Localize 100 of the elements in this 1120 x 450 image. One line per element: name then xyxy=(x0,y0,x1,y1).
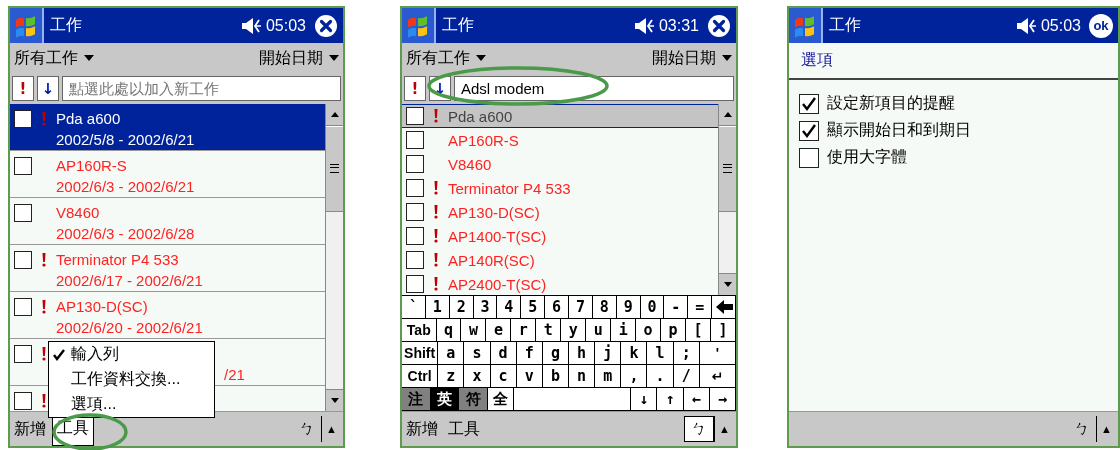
task-row[interactable]: AP1400-T(SC) xyxy=(402,224,718,248)
keyboard-key[interactable]: t xyxy=(536,319,562,342)
ok-button[interactable]: ok xyxy=(1089,13,1113,38)
checkbox[interactable] xyxy=(406,179,424,197)
keyboard-key[interactable]: a xyxy=(438,342,465,365)
scroll-up-button[interactable] xyxy=(719,104,736,126)
keyboard-key[interactable]: o xyxy=(636,319,662,342)
checkbox[interactable] xyxy=(406,275,424,293)
checkbox[interactable] xyxy=(14,345,32,363)
task-row[interactable]: Pda a600 xyxy=(402,104,718,128)
keyboard-key[interactable]: 7 xyxy=(569,296,593,319)
keyboard-key[interactable]: f xyxy=(516,342,543,365)
category-dropdown[interactable]: 所有工作 xyxy=(10,47,98,69)
menu-button[interactable]: 工具 xyxy=(444,412,484,446)
keyboard-key[interactable]: 0 xyxy=(640,296,665,319)
close-button[interactable] xyxy=(707,13,731,38)
keyboard-key[interactable]: Shift xyxy=(402,342,439,365)
input-mode-key[interactable]: 英 xyxy=(430,388,460,411)
keyboard-key[interactable]: u xyxy=(586,319,612,342)
checkbox[interactable] xyxy=(406,227,424,245)
checkbox[interactable] xyxy=(406,107,424,125)
keyboard-key[interactable]: 3 xyxy=(473,296,498,319)
keyboard-key[interactable]: p xyxy=(661,319,687,342)
checkbox[interactable] xyxy=(406,131,424,149)
menu-item[interactable]: 工作資料交換... xyxy=(49,367,214,392)
scroll-down-button[interactable] xyxy=(326,389,343,411)
menu-button[interactable]: 新增 xyxy=(10,412,50,446)
keyboard-key[interactable]: d xyxy=(490,342,517,365)
sort-dropdown[interactable]: 開始日期 xyxy=(255,47,343,69)
input-field[interactable]: Adsl modem xyxy=(454,76,734,101)
keyboard-key[interactable]: c xyxy=(490,365,517,388)
priority-button[interactable]: ! xyxy=(404,76,426,101)
keyboard-key[interactable]: = xyxy=(688,296,713,319)
keyboard-key[interactable]: 全 xyxy=(488,388,515,411)
checkbox[interactable] xyxy=(406,155,424,173)
keyboard-key[interactable]: [ xyxy=(686,319,711,342)
keyboard-key[interactable]: x xyxy=(464,365,491,388)
start-button[interactable] xyxy=(789,8,823,43)
checkbox[interactable] xyxy=(406,203,424,221)
keyboard-key[interactable]: e xyxy=(486,319,512,342)
keyboard-key[interactable]: l xyxy=(647,342,674,365)
keyboard-key[interactable]: ↑ xyxy=(657,388,684,411)
keyboard-key[interactable]: b xyxy=(542,365,569,388)
scroll-up-button[interactable] xyxy=(326,104,343,126)
keyboard-key[interactable]: y xyxy=(561,319,587,342)
task-row[interactable]: AP130-D(SC) 2002/6/20 - 2002/6/21 xyxy=(10,292,325,339)
keyboard-key[interactable]: - xyxy=(664,296,689,319)
keyboard-key[interactable]: / xyxy=(673,365,700,388)
task-row[interactable]: AP160R-S 2002/6/3 - 2002/6/21 xyxy=(10,151,325,198)
checkbox[interactable] xyxy=(14,392,32,410)
task-row[interactable]: V8460 2002/6/3 - 2002/6/28 xyxy=(10,198,325,245)
keyboard-key[interactable]: q xyxy=(436,319,462,342)
input-method-button[interactable]: ㄅ xyxy=(293,416,322,442)
start-button[interactable] xyxy=(10,8,44,43)
keyboard-key[interactable]: r xyxy=(511,319,537,342)
keyboard-key[interactable]: h xyxy=(569,342,596,365)
keyboard-key[interactable]: m xyxy=(595,365,622,388)
keyboard-key[interactable]: s xyxy=(464,342,491,365)
keyboard-key[interactable]: k xyxy=(621,342,648,365)
keyboard-key[interactable]: i xyxy=(611,319,637,342)
keyboard-key[interactable]: z xyxy=(438,365,465,388)
category-dropdown[interactable]: 所有工作 xyxy=(402,47,490,69)
input-mode-key[interactable]: 符 xyxy=(459,388,489,411)
checkbox[interactable] xyxy=(14,157,32,175)
task-row[interactable]: Terminator P4 533 xyxy=(402,176,718,200)
input-field[interactable]: 點選此處以加入新工作 xyxy=(62,76,341,101)
checkbox[interactable] xyxy=(14,251,32,269)
task-row[interactable]: Pda a600 2002/5/8 - 2002/6/21 xyxy=(10,104,325,151)
menu-button[interactable]: 新增 xyxy=(402,412,442,446)
checkbox[interactable] xyxy=(14,204,32,222)
checkbox[interactable] xyxy=(799,120,819,141)
backspace-key[interactable] xyxy=(712,296,737,319)
menu-item[interactable]: 輸入列 xyxy=(49,342,214,367)
keyboard-key[interactable]: ] xyxy=(711,319,736,342)
keyboard-key[interactable]: 4 xyxy=(497,296,522,319)
task-row[interactable]: AP140R(SC) xyxy=(402,248,718,272)
input-mode-key[interactable]: 注 xyxy=(402,388,431,411)
keyboard-key[interactable]: Tab xyxy=(402,319,437,342)
keyboard-key[interactable]: n xyxy=(569,365,596,388)
task-row[interactable]: AP130-D(SC) xyxy=(402,200,718,224)
scroll-down-button[interactable] xyxy=(719,273,736,295)
keyboard-key[interactable]: 2 xyxy=(449,296,474,319)
priority-button[interactable]: ! xyxy=(12,76,34,101)
keyboard-key[interactable]: ← xyxy=(683,388,710,411)
keyboard-key[interactable]: v xyxy=(516,365,543,388)
keyboard-key[interactable]: ↓ xyxy=(631,388,658,411)
start-button[interactable] xyxy=(402,8,436,43)
checkbox[interactable] xyxy=(14,110,32,128)
task-row[interactable]: AP2400-T(SC) xyxy=(402,272,718,295)
sort-dropdown[interactable]: 開始日期 xyxy=(648,47,736,69)
checkbox[interactable] xyxy=(406,251,424,269)
keyboard-key[interactable]: ↵ xyxy=(699,365,736,388)
keyboard-key[interactable]: 6 xyxy=(545,296,569,319)
scroll-thumb[interactable] xyxy=(326,126,343,212)
keyboard-key[interactable]: , xyxy=(621,365,648,388)
keyboard-key[interactable]: 5 xyxy=(521,296,546,319)
checkbox[interactable] xyxy=(799,93,819,114)
keyboard-key[interactable]: 1 xyxy=(425,296,450,319)
scroll-thumb[interactable] xyxy=(719,126,736,212)
keyboard-key[interactable]: ; xyxy=(673,342,700,365)
